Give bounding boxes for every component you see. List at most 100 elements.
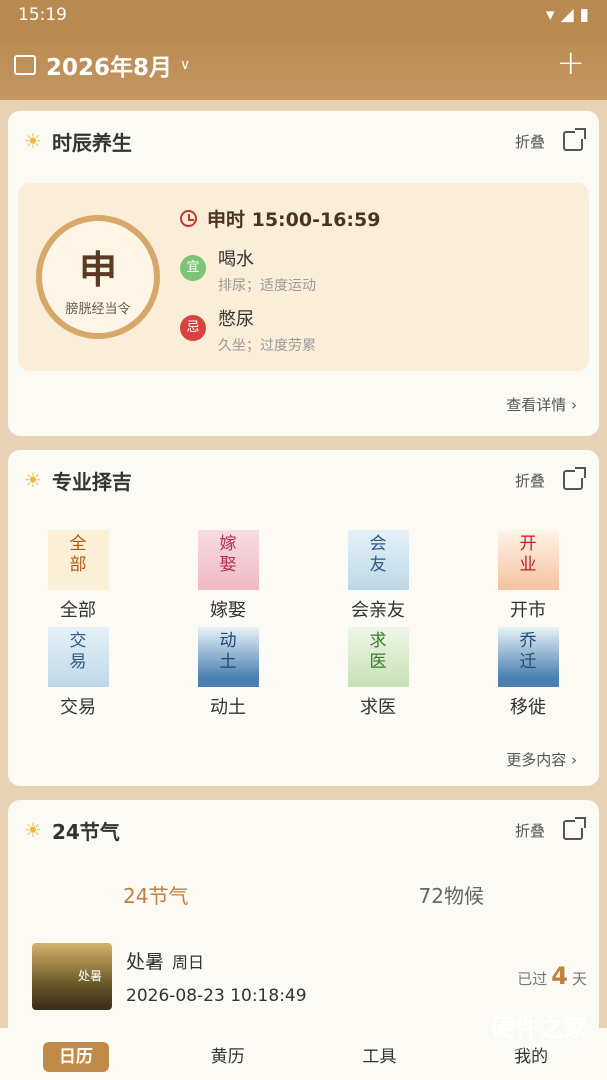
- ji-main: 憋尿: [218, 309, 254, 330]
- more-content-label: 更多内容: [506, 751, 567, 769]
- battery-icon: ▮: [579, 5, 589, 25]
- jieqi-name: 处暑: [126, 950, 165, 973]
- doctor-thumb-icon: 求医: [347, 627, 409, 687]
- yi-sub: 排尿；适度运动: [218, 278, 316, 294]
- jieqi-passed: 已过 4 天: [517, 962, 587, 990]
- zeji-item-all[interactable]: 全部 全部: [28, 530, 128, 622]
- grid-label: 求医: [360, 697, 396, 718]
- watermark-sub: YINGJIANZHIJIA.COM: [491, 1043, 582, 1053]
- add-icon[interactable]: +: [557, 46, 586, 80]
- zeji-item-doctor[interactable]: 求医 求医: [328, 627, 428, 719]
- sun-icon: ☀: [24, 818, 42, 842]
- sun-icon: ☀: [24, 468, 42, 492]
- grid-label: 会亲友: [351, 600, 405, 621]
- thumb-text: 嫁娶: [219, 534, 237, 575]
- jieqi-info: 处暑 周日 2026-08-23 10:18:49: [126, 947, 307, 1006]
- grid-label: 全部: [60, 600, 96, 621]
- grid-label: 移徙: [510, 697, 546, 718]
- more-content-link[interactable]: 更多内容 ›: [506, 749, 577, 770]
- jieqi-image-text: 处暑: [77, 968, 102, 983]
- chevron-right-icon: ›: [571, 396, 577, 414]
- share-icon[interactable]: [563, 128, 586, 151]
- passed-prefix: 已过: [517, 970, 548, 988]
- shichen-card-header: ☀ 时辰养生 折叠: [8, 111, 599, 171]
- time-line: 申时 15:00-16:59: [180, 205, 380, 232]
- zeji-item-marriage[interactable]: 嫁娶 嫁娶: [178, 530, 278, 622]
- blossom-thumb-icon: 嫁娶: [197, 530, 259, 590]
- thumb-text: 全部: [69, 534, 87, 575]
- clock-icon: [180, 210, 197, 227]
- zeji-card-header: ☀ 专业择吉 折叠: [8, 450, 599, 510]
- status-icons: ▾ ◢ ▮: [546, 5, 589, 25]
- time-range: 申时 15:00-16:59: [207, 209, 381, 231]
- chevron-down-icon[interactable]: ∨: [180, 57, 190, 73]
- shichen-panel[interactable]: 申 膀胱经当令 申时 15:00-16:59 宜 喝水 排尿；适度运动 忌 憋尿…: [18, 183, 589, 371]
- fold-button[interactable]: 折叠: [515, 820, 545, 841]
- thumb-text: 开业: [519, 534, 537, 575]
- shichen-char: 申: [78, 247, 117, 292]
- grid-label: 开市: [510, 600, 546, 621]
- fold-button[interactable]: 折叠: [515, 131, 545, 152]
- grid-label: 嫁娶: [210, 600, 246, 621]
- shichen-ring: 申 膀胱经当令: [36, 215, 160, 339]
- shichen-card: ☀ 时辰养生 折叠 申 膀胱经当令 申时 15:00-16:59 宜 喝水 排尿…: [8, 111, 599, 436]
- thumb-text: 会友: [369, 534, 387, 575]
- passed-days: 4: [551, 962, 568, 990]
- yi-badge: 宜: [180, 255, 206, 281]
- watermark-main: 硬件之家: [491, 1014, 587, 1042]
- jieqi-card-header: ☀ 24节气 折叠: [8, 800, 599, 860]
- app-header: 2026年8月 ∨ +: [0, 30, 607, 100]
- grid-label: 动土: [210, 697, 246, 718]
- card-title: 24节气: [51, 819, 120, 844]
- calendar-icon[interactable]: [14, 55, 36, 75]
- zeji-card: ☀ 专业择吉 折叠 全部 全部 嫁娶 嫁娶 会友 会亲友 开业 开市 交易 交易…: [8, 450, 599, 786]
- card-title: 专业择吉: [51, 469, 132, 494]
- zeji-item-open[interactable]: 开业 开市: [478, 530, 578, 622]
- friends-thumb-icon: 会友: [347, 530, 409, 590]
- jieqi-name-line: 处暑 周日: [126, 947, 307, 974]
- trade-thumb-icon: 交易: [47, 627, 109, 687]
- ji-badge: 忌: [180, 315, 206, 341]
- fold-button[interactable]: 折叠: [515, 470, 545, 491]
- share-icon[interactable]: [563, 817, 586, 840]
- zeji-item-friends[interactable]: 会友 会亲友: [328, 530, 428, 622]
- thumb-text: 交易: [69, 631, 87, 672]
- jieqi-image: 处暑: [32, 942, 112, 1010]
- watermark: 硬件之家 YINGJIANZHIJIA.COM: [491, 1008, 587, 1053]
- roof-thumb-icon: 动土: [197, 627, 259, 687]
- card-title: 时辰养生: [51, 130, 132, 155]
- zeji-item-build[interactable]: 动土 动土: [178, 627, 278, 719]
- wifi-icon: ▾: [546, 5, 555, 25]
- jieqi-row[interactable]: 处暑 处暑 周日 2026-08-23 10:18:49 已过 4 天: [32, 940, 587, 1012]
- nav-tools[interactable]: 工具: [304, 1042, 456, 1067]
- all-thumb-icon: 全部: [47, 530, 109, 590]
- nav-calendar-label: 日历: [42, 1041, 109, 1072]
- thumb-text: 求医: [369, 631, 387, 672]
- nav-calendar[interactable]: 日历: [0, 1041, 152, 1072]
- jieqi-tabs: 24节气 72物候: [8, 880, 599, 909]
- tab-72-wuhou[interactable]: 72物候: [304, 880, 600, 909]
- roof-thumb-icon: 乔迁: [497, 627, 559, 687]
- status-time: 15:19: [18, 5, 67, 25]
- chevron-right-icon: ›: [571, 751, 577, 769]
- view-detail-link[interactable]: 查看详情 ›: [506, 394, 577, 415]
- signal-icon: ◢: [560, 5, 574, 25]
- jieqi-weekday: 周日: [172, 952, 205, 972]
- zeji-item-move[interactable]: 乔迁 移徙: [478, 627, 578, 719]
- ji-sub: 久坐；过度劳累: [218, 338, 316, 354]
- grid-label: 交易: [60, 697, 96, 718]
- thumb-text: 动土: [219, 631, 237, 672]
- share-icon[interactable]: [563, 467, 586, 490]
- tab-24-jieqi[interactable]: 24节气: [8, 880, 304, 909]
- thumb-text: 乔迁: [519, 631, 537, 672]
- yi-row: 宜 喝水 排尿；适度运动: [180, 245, 316, 295]
- meridian-label: 膀胱经当令: [65, 302, 131, 317]
- zeji-item-trade[interactable]: 交易 交易: [28, 627, 128, 719]
- sun-icon: ☀: [24, 129, 42, 153]
- ji-row: 忌 憋尿 久坐；过度劳累: [180, 305, 316, 355]
- yi-main: 喝水: [218, 249, 254, 270]
- view-detail-label: 查看详情: [506, 396, 567, 414]
- nav-huangli[interactable]: 黄历: [152, 1042, 304, 1067]
- month-title[interactable]: 2026年8月: [46, 48, 172, 82]
- jieqi-datetime: 2026-08-23 10:18:49: [126, 985, 307, 1006]
